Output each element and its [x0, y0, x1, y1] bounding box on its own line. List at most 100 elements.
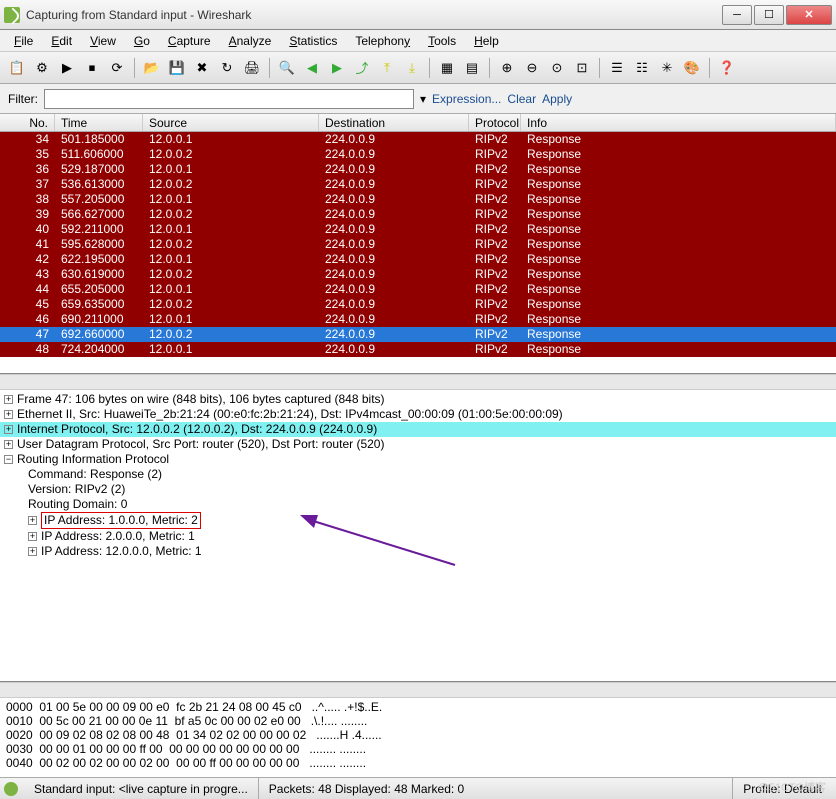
rip-domain[interactable]: Routing Domain: 0 [0, 497, 836, 512]
filters-icon[interactable]: ☰ [606, 57, 628, 79]
menu-edit[interactable]: Edit [43, 32, 80, 50]
zoomin-icon[interactable]: ⊕ [496, 57, 518, 79]
col-info[interactable]: Info [521, 114, 836, 131]
col-no[interactable]: No. [0, 114, 55, 131]
packet-row[interactable]: 36529.18700012.0.0.1224.0.0.9RIPv2Respon… [0, 162, 836, 177]
filter-input[interactable] [44, 89, 414, 109]
toolbar: 📋 ⚙ ▶ ⏹ ⟳ 📂 💾 ✖ ↻ 🖨 🔍 ◀ ▶ ⤴ ⤒ ⤓ ▦ ▤ ⊕ ⊖ … [0, 52, 836, 84]
goto-icon[interactable]: ⤴ [351, 57, 373, 79]
menu-statistics[interactable]: Statistics [281, 32, 345, 50]
close-file-icon[interactable]: ✖ [191, 57, 213, 79]
hex-row[interactable]: 0020 00 09 02 08 02 08 00 48 01 34 02 02… [6, 728, 830, 742]
rip-addr3[interactable]: +IP Address: 12.0.0.0, Metric: 1 [0, 544, 836, 559]
back-icon[interactable]: ◀ [301, 57, 323, 79]
hscroll2[interactable] [0, 682, 836, 698]
menu-analyze[interactable]: Analyze [221, 32, 280, 50]
statusbar: Standard input: <live capture in progre.… [0, 777, 836, 799]
packet-row[interactable]: 38557.20500012.0.0.1224.0.0.9RIPv2Respon… [0, 192, 836, 207]
rip-command[interactable]: Command: Response (2) [0, 467, 836, 482]
minimize-button[interactable]: ─ [722, 5, 752, 25]
packet-row[interactable]: 48724.20400012.0.0.1224.0.0.9RIPv2Respon… [0, 342, 836, 357]
last-icon[interactable]: ⤓ [401, 57, 423, 79]
packet-list[interactable]: No. Time Source Destination Protocol Inf… [0, 114, 836, 374]
zoom100-icon[interactable]: ⊙ [546, 57, 568, 79]
separator [134, 58, 135, 78]
start-icon[interactable]: ▶ [56, 57, 78, 79]
packet-details[interactable]: +Frame 47: 106 bytes on wire (848 bits),… [0, 390, 836, 682]
hex-pane[interactable]: 0000 01 00 5e 00 00 09 00 e0 fc 2b 21 24… [0, 698, 836, 778]
menu-file[interactable]: File [6, 32, 41, 50]
packet-row[interactable]: 41595.62800012.0.0.2224.0.0.9RIPv2Respon… [0, 237, 836, 252]
packet-row[interactable]: 42622.19500012.0.0.1224.0.0.9RIPv2Respon… [0, 252, 836, 267]
open-icon[interactable]: 📂 [141, 57, 163, 79]
forward-icon[interactable]: ▶ [326, 57, 348, 79]
tree-ip[interactable]: +Internet Protocol, Src: 12.0.0.2 (12.0.… [0, 422, 836, 437]
apply-link[interactable]: Apply [542, 92, 572, 106]
find-icon[interactable]: 🔍 [276, 57, 298, 79]
packet-row[interactable]: 43630.61900012.0.0.2224.0.0.9RIPv2Respon… [0, 267, 836, 282]
rip-version[interactable]: Version: RIPv2 (2) [0, 482, 836, 497]
save-icon[interactable]: 💾 [166, 57, 188, 79]
col-source[interactable]: Source [143, 114, 319, 131]
col-protocol[interactable]: Protocol [469, 114, 521, 131]
packet-row[interactable]: 37536.61300012.0.0.2224.0.0.9RIPv2Respon… [0, 177, 836, 192]
packet-row[interactable]: 45659.63500012.0.0.2224.0.0.9RIPv2Respon… [0, 297, 836, 312]
packet-row[interactable]: 40592.21100012.0.0.1224.0.0.9RIPv2Respon… [0, 222, 836, 237]
first-icon[interactable]: ⤒ [376, 57, 398, 79]
filter-dropdown[interactable]: ▾ [420, 92, 426, 106]
tree-udp[interactable]: +User Datagram Protocol, Src Port: route… [0, 437, 836, 452]
menu-help[interactable]: Help [466, 32, 507, 50]
maximize-button[interactable]: ☐ [754, 5, 784, 25]
separator [489, 58, 490, 78]
help-icon[interactable]: ❓ [716, 57, 738, 79]
colorize-icon[interactable]: ▦ [436, 57, 458, 79]
hscroll[interactable] [0, 374, 836, 390]
app-icon [4, 7, 20, 23]
options-icon[interactable]: ⚙ [31, 57, 53, 79]
tree-frame[interactable]: +Frame 47: 106 bytes on wire (848 bits),… [0, 392, 836, 407]
packet-row[interactable]: 35511.60600012.0.0.2224.0.0.9RIPv2Respon… [0, 147, 836, 162]
status-file: Standard input: <live capture in progre.… [24, 778, 259, 799]
separator [599, 58, 600, 78]
menu-view[interactable]: View [82, 32, 124, 50]
stop-icon[interactable]: ⏹ [81, 57, 103, 79]
packet-row[interactable]: 44655.20500012.0.0.1224.0.0.9RIPv2Respon… [0, 282, 836, 297]
menu-tools[interactable]: Tools [420, 32, 464, 50]
resize-icon[interactable]: ⊡ [571, 57, 593, 79]
titlebar: Capturing from Standard input - Wireshar… [0, 0, 836, 30]
packet-row[interactable]: 46690.21100012.0.0.1224.0.0.9RIPv2Respon… [0, 312, 836, 327]
print-icon[interactable]: 🖨 [241, 57, 263, 79]
clear-link[interactable]: Clear [507, 92, 536, 106]
prefs-icon[interactable]: ✳ [656, 57, 678, 79]
reload-icon[interactable]: ↻ [216, 57, 238, 79]
color-icon[interactable]: 🎨 [681, 57, 703, 79]
hex-row[interactable]: 0000 01 00 5e 00 00 09 00 e0 fc 2b 21 24… [6, 700, 830, 714]
rip-addr1[interactable]: +IP Address: 1.0.0.0, Metric: 2 [0, 512, 836, 529]
window-title: Capturing from Standard input - Wireshar… [26, 8, 722, 22]
rules-icon[interactable]: ☷ [631, 57, 653, 79]
hex-row[interactable]: 0030 00 00 01 00 00 00 ff 00 00 00 00 00… [6, 742, 830, 756]
separator [709, 58, 710, 78]
expression-link[interactable]: Expression... [432, 92, 501, 106]
close-button[interactable]: ✕ [786, 5, 832, 25]
tree-rip[interactable]: −Routing Information Protocol [0, 452, 836, 467]
status-packets: Packets: 48 Displayed: 48 Marked: 0 [259, 778, 734, 799]
interfaces-icon[interactable]: 📋 [6, 57, 28, 79]
packet-row[interactable]: 39566.62700012.0.0.2224.0.0.9RIPv2Respon… [0, 207, 836, 222]
zoomout-icon[interactable]: ⊖ [521, 57, 543, 79]
restart-icon[interactable]: ⟳ [106, 57, 128, 79]
watermark: @51CTO博客 [758, 779, 826, 795]
packet-row[interactable]: 47692.66000012.0.0.2224.0.0.9RIPv2Respon… [0, 327, 836, 342]
menu-telephony[interactable]: Telephony [347, 32, 418, 50]
col-time[interactable]: Time [55, 114, 143, 131]
menu-capture[interactable]: Capture [160, 32, 219, 50]
rip-addr2[interactable]: +IP Address: 2.0.0.0, Metric: 1 [0, 529, 836, 544]
hex-row[interactable]: 0040 00 02 00 02 00 00 02 00 00 00 ff 00… [6, 756, 830, 770]
hex-row[interactable]: 0010 00 5c 00 21 00 00 0e 11 bf a5 0c 00… [6, 714, 830, 728]
col-destination[interactable]: Destination [319, 114, 469, 131]
menu-go[interactable]: Go [126, 32, 158, 50]
packet-row[interactable]: 34501.18500012.0.0.1224.0.0.9RIPv2Respon… [0, 132, 836, 147]
autoscroll-icon[interactable]: ▤ [461, 57, 483, 79]
menubar: File Edit View Go Capture Analyze Statis… [0, 30, 836, 52]
tree-ethernet[interactable]: +Ethernet II, Src: HuaweiTe_2b:21:24 (00… [0, 407, 836, 422]
